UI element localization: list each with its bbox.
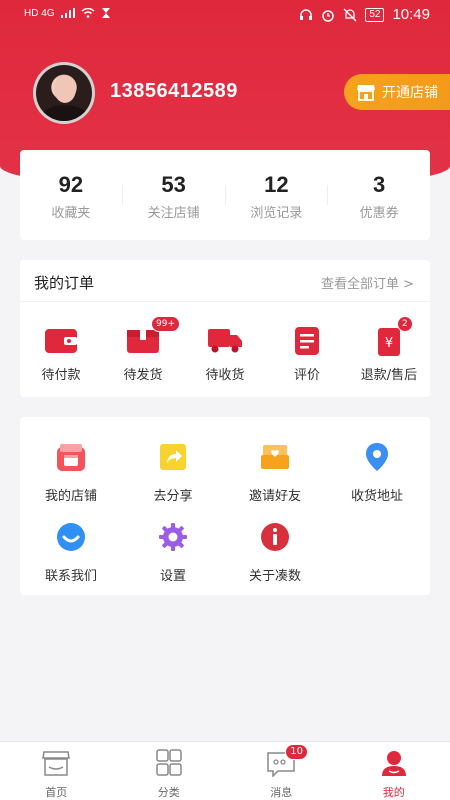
svg-text:¥: ¥ — [385, 336, 393, 351]
share-icon — [160, 444, 186, 470]
orders-title: 我的订单 — [34, 274, 95, 292]
tools-card: 我的店铺 去分享 邀请好友 收货地址 联系我们 设置 关于凑数 — [20, 417, 430, 595]
tool-my-shop[interactable]: 我的店铺 — [20, 441, 122, 504]
user-phone: 13856412589 — [110, 80, 238, 102]
stat-value: 12 — [264, 172, 289, 197]
tool-label: 邀请好友 — [248, 489, 301, 504]
stat-coupons[interactable]: 3 优惠券 — [328, 150, 430, 240]
tab-label: 分类 — [157, 786, 180, 799]
tool-share[interactable]: 去分享 — [122, 441, 224, 504]
stats-card: 92 收藏夹 53 关注店铺 12 浏览记录 3 优惠券 — [20, 150, 430, 240]
wifi-icon — [81, 8, 95, 18]
refund-icon: ¥ — [378, 328, 400, 356]
order-badge: 99+ — [151, 316, 180, 332]
order-label: 退款/售后 — [360, 368, 418, 383]
order-label: 待发货 — [123, 368, 163, 383]
invite-icon — [261, 445, 289, 469]
tab-profile[interactable]: 我的 — [338, 742, 450, 800]
tool-settings[interactable]: 设置 — [122, 521, 224, 584]
stat-label: 优惠券 — [359, 206, 399, 221]
category-icon — [156, 749, 182, 776]
open-shop-label: 开通店铺 — [382, 85, 438, 101]
tool-label: 关于凑数 — [248, 569, 301, 584]
network-indicator: HD 4G — [24, 7, 55, 19]
hourglass-icon — [101, 8, 110, 18]
avatar-face — [54, 75, 76, 103]
tool-label: 设置 — [159, 569, 186, 584]
alarm-icon — [322, 9, 335, 22]
order-pending-payment[interactable]: 待付款 — [20, 302, 102, 397]
stat-followed-shops[interactable]: 53 关注店铺 — [123, 150, 225, 240]
tab-label: 我的 — [382, 786, 405, 799]
stat-value: 53 — [161, 172, 186, 197]
view-all-orders-link[interactable]: 查看全部订单 > — [321, 273, 414, 292]
tool-contact[interactable]: 联系我们 — [20, 521, 122, 584]
order-pending-receipt[interactable]: 待收货 — [184, 302, 266, 397]
open-shop-button[interactable]: 开通店铺 — [344, 74, 450, 110]
tab-label: 消息 — [270, 786, 293, 799]
tool-label: 联系我们 — [44, 569, 97, 584]
tab-messages[interactable]: 10 消息 — [225, 742, 338, 800]
settings-icon — [159, 523, 187, 551]
tool-label: 我的店铺 — [44, 489, 97, 504]
order-badge: 2 — [397, 316, 413, 332]
stat-label: 关注店铺 — [147, 206, 200, 221]
orders-header: 我的订单 查看全部订单 > — [20, 260, 430, 302]
review-icon — [295, 327, 319, 355]
profile-icon — [381, 751, 406, 776]
contact-icon — [57, 523, 85, 551]
message-badge: 10 — [285, 744, 308, 760]
tool-about[interactable]: 关于凑数 — [224, 521, 326, 584]
stat-label: 浏览记录 — [250, 206, 303, 221]
shop-icon — [57, 444, 85, 471]
order-label: 评价 — [293, 368, 320, 383]
tool-invite[interactable]: 邀请好友 — [224, 441, 326, 504]
stat-label: 收藏夹 — [51, 206, 91, 221]
stat-favorites[interactable]: 92 收藏夹 — [20, 150, 122, 240]
tab-category[interactable]: 分类 — [113, 742, 226, 800]
orders-card: 我的订单 查看全部订单 > 待付款 99+ 待发货 待收货 评价 ¥ 2 退款/… — [20, 260, 430, 397]
tab-home[interactable]: 首页 — [0, 742, 113, 800]
headset-icon — [300, 8, 313, 20]
order-label: 待付款 — [41, 368, 81, 383]
mute-icon — [343, 8, 357, 21]
order-refund[interactable]: ¥ 2 退款/售后 — [348, 302, 430, 397]
tool-label: 收货地址 — [350, 489, 403, 504]
order-pending-shipment[interactable]: 99+ 待发货 — [102, 302, 184, 397]
location-icon — [366, 443, 388, 471]
truck-icon — [208, 329, 242, 353]
avatar[interactable] — [33, 62, 95, 124]
order-review[interactable]: 评价 — [266, 302, 348, 397]
tool-address[interactable]: 收货地址 — [326, 441, 428, 504]
battery-indicator: 52 — [365, 7, 385, 22]
stat-value: 92 — [58, 172, 84, 197]
signal-icon — [60, 8, 75, 18]
bottom-tab-bar: 首页 分类 10 消息 我的 — [0, 741, 450, 800]
storefront-icon — [357, 85, 375, 101]
stat-history[interactable]: 12 浏览记录 — [226, 150, 328, 240]
tool-label: 去分享 — [153, 489, 193, 504]
wallet-icon — [45, 329, 77, 353]
status-bar: HD 4G 52 10:49 — [0, 0, 450, 30]
clock: 10:49 — [392, 6, 430, 23]
order-status-row: 待付款 99+ 待发货 待收货 评价 ¥ 2 退款/售后 — [20, 302, 430, 397]
order-label: 待收货 — [205, 368, 245, 383]
home-icon — [42, 751, 71, 776]
tab-label: 首页 — [45, 786, 68, 799]
info-icon — [261, 523, 289, 551]
stat-value: 3 — [373, 172, 386, 197]
